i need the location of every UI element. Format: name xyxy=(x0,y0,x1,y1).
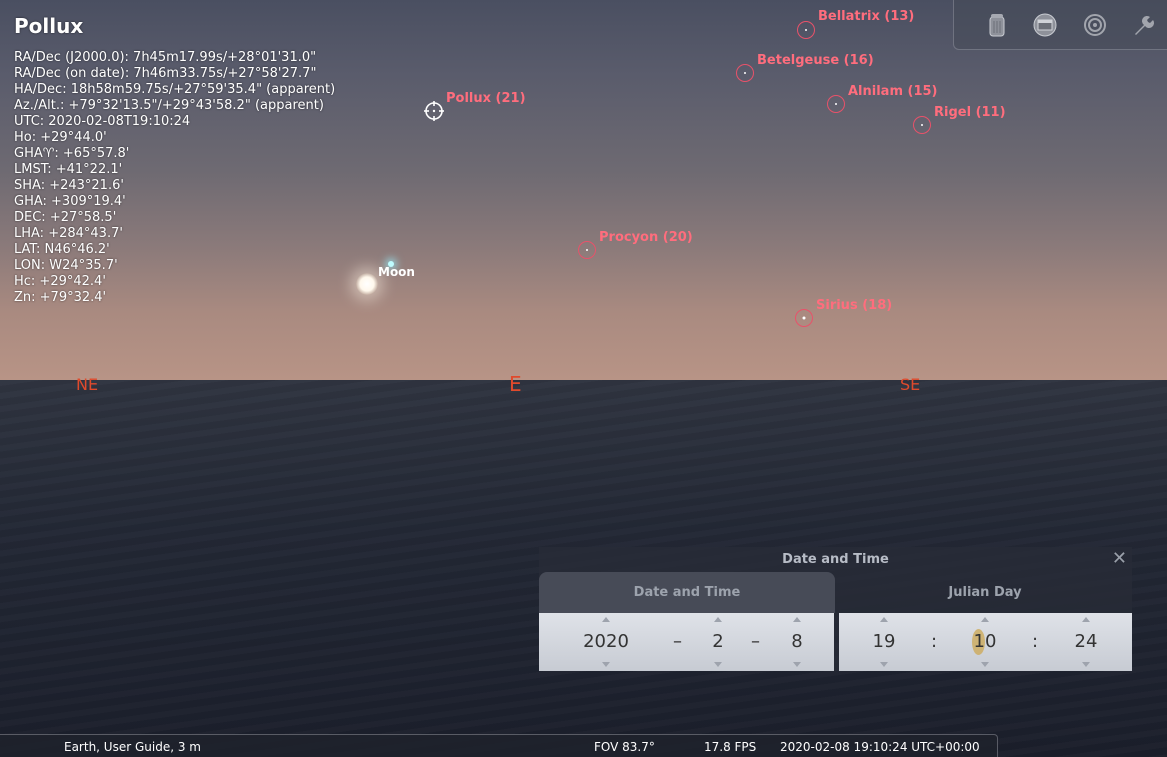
date-panel: 2020 – 2 – 8 xyxy=(539,613,834,671)
info-line: RA/Dec (J2000.0): 7h45m17.99s/+28°01'31.… xyxy=(14,50,317,65)
info-line: SHA: +243°21.6' xyxy=(14,178,124,193)
hour-spinbox[interactable]: 19 xyxy=(869,613,899,671)
chevron-down-icon[interactable] xyxy=(714,662,722,667)
month-spinbox[interactable]: 2 xyxy=(703,613,733,671)
info-line: GHA: +309°19.4' xyxy=(14,194,126,209)
info-line: Zn: +79°32.4' xyxy=(14,290,107,305)
info-line: LON: W24°35.7' xyxy=(14,258,118,273)
dialog-title: Date and Time xyxy=(782,552,889,567)
target-icon[interactable] xyxy=(1082,12,1108,38)
star-label: Pollux (21) xyxy=(446,91,526,106)
info-line: LAT: N46°46.2' xyxy=(14,242,110,257)
compass-ne: NE xyxy=(76,375,99,394)
trash-icon[interactable] xyxy=(984,12,1010,38)
star-point xyxy=(802,316,806,320)
compass-se: SE xyxy=(900,375,921,394)
day-value: 8 xyxy=(791,631,803,652)
star-point xyxy=(586,249,588,251)
chevron-up-icon[interactable] xyxy=(1082,617,1090,622)
time-panel: 19 : 10 : 24 xyxy=(839,613,1132,671)
chevron-down-icon[interactable] xyxy=(1082,662,1090,667)
moon[interactable] xyxy=(356,273,378,295)
chevron-down-icon[interactable] xyxy=(602,662,610,667)
year-spinbox[interactable]: 2020 xyxy=(579,613,633,671)
info-line: DEC: +27°58.5' xyxy=(14,210,117,225)
time-separator: : xyxy=(931,631,938,652)
chevron-up-icon[interactable] xyxy=(981,617,989,622)
minute-value: 10 xyxy=(973,631,997,652)
moon-label: Moon xyxy=(378,265,415,279)
info-line: Hc: +29°42.4' xyxy=(14,274,106,289)
star-point xyxy=(805,29,807,31)
chevron-up-icon[interactable] xyxy=(880,617,888,622)
selection-target-icon[interactable] xyxy=(424,101,444,121)
tab-date-and-time[interactable]: Date and Time xyxy=(539,572,835,613)
chevron-down-icon[interactable] xyxy=(793,662,801,667)
date-separator: – xyxy=(673,631,682,652)
year-value: 2020 xyxy=(583,631,629,652)
second-value: 24 xyxy=(1074,631,1098,652)
info-line: GHA♈: +65°57.8' xyxy=(14,146,130,161)
star-point xyxy=(835,103,837,105)
location-status[interactable]: Earth, User Guide, 3 m xyxy=(64,740,201,754)
object-name: Pollux xyxy=(14,14,84,38)
star-label: Sirius (18) xyxy=(816,298,893,313)
info-line: UTC: 2020-02-08T19:10:24 xyxy=(14,114,191,129)
fps-status: 17.8 FPS xyxy=(704,740,757,754)
star-label: Alnilam (15) xyxy=(848,84,938,99)
chevron-down-icon[interactable] xyxy=(981,662,989,667)
minute-spinbox[interactable]: 10 xyxy=(970,613,1000,671)
info-line: Ho: +29°44.0' xyxy=(14,130,107,145)
time-separator: : xyxy=(1032,631,1039,652)
date-time-dialog: Date and Time ✕ Date and Time Julian Day… xyxy=(539,547,1132,671)
second-spinbox[interactable]: 24 xyxy=(1071,613,1101,671)
star-label: Betelgeuse (16) xyxy=(757,53,874,68)
info-line: HA/Dec: 18h58m59.75s/+27°59'35.4" (appar… xyxy=(14,82,336,97)
star-point xyxy=(921,124,923,126)
compass-e: E xyxy=(509,372,522,396)
tab-julian-day[interactable]: Julian Day xyxy=(838,572,1132,613)
object-info-panel: Pollux RA/Dec (J2000.0): 7h45m17.99s/+28… xyxy=(14,14,335,306)
top-right-toolbar xyxy=(953,0,1167,50)
star-label: Rigel (11) xyxy=(934,105,1006,120)
info-line: LMST: +41°22.1' xyxy=(14,162,123,177)
day-spinbox[interactable]: 8 xyxy=(782,613,812,671)
hour-value: 19 xyxy=(872,631,896,652)
close-icon[interactable]: ✕ xyxy=(1112,549,1127,569)
info-line: LHA: +284°43.7' xyxy=(14,226,123,241)
date-separator: – xyxy=(751,631,760,652)
info-line: RA/Dec (on date): 7h46m33.75s/+27°58'27.… xyxy=(14,66,317,81)
wrench-icon[interactable] xyxy=(1130,12,1156,38)
info-line: Az./Alt.: +79°32'13.5"/+29°43'58.2" (app… xyxy=(14,98,324,113)
window-icon[interactable] xyxy=(1032,12,1058,38)
star-label: Procyon (20) xyxy=(599,230,693,245)
status-bar: Earth, User Guide, 3 m FOV 83.7° 17.8 FP… xyxy=(0,734,998,757)
chevron-up-icon[interactable] xyxy=(793,617,801,622)
chevron-down-icon[interactable] xyxy=(880,662,888,667)
star-point xyxy=(744,72,746,74)
month-value: 2 xyxy=(712,631,724,652)
chevron-up-icon[interactable] xyxy=(602,617,610,622)
chevron-up-icon[interactable] xyxy=(714,617,722,622)
fov-status: FOV 83.7° xyxy=(594,740,655,754)
star-label: Bellatrix (13) xyxy=(818,9,915,24)
datetime-status[interactable]: 2020-02-08 19:10:24 UTC+00:00 xyxy=(780,740,980,754)
